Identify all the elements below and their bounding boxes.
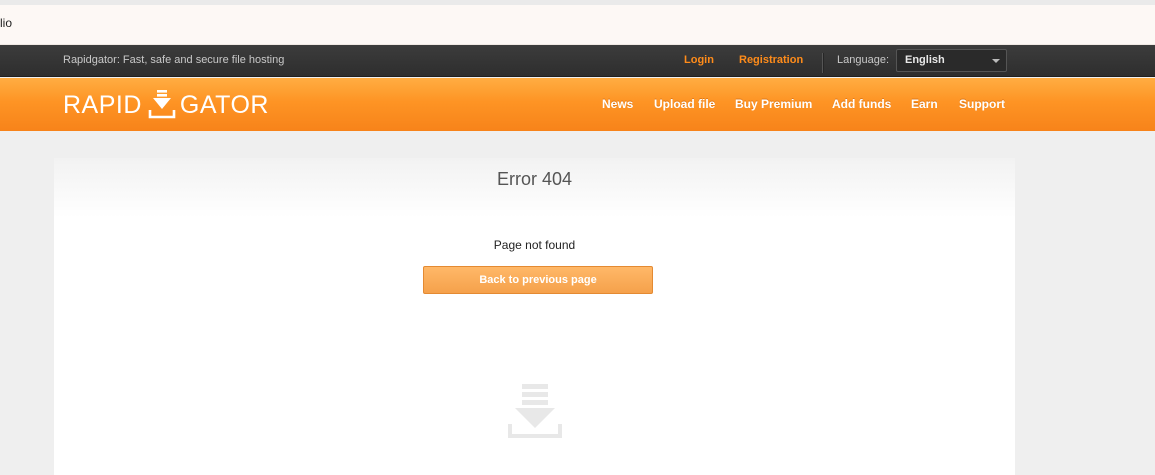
top-bar: Rapidgator: Fast, safe and secure file h… xyxy=(0,45,1155,77)
main-nav: News Upload file Buy Premium Add funds E… xyxy=(0,97,1155,113)
page-title: Error 404 xyxy=(496,169,573,189)
nav-earn[interactable]: Earn xyxy=(911,97,938,111)
notice-text: lio xyxy=(0,16,13,30)
nav-add-funds[interactable]: Add funds xyxy=(832,97,891,111)
language-select[interactable]: English xyxy=(896,49,1007,72)
nav-buy-premium[interactable]: Buy Premium xyxy=(735,97,812,111)
content-panel: Error 404 Page not found Back to previou… xyxy=(54,158,1015,475)
site-tagline: Rapidgator: Fast, safe and secure file h… xyxy=(63,54,285,66)
login-link[interactable]: Login xyxy=(684,54,714,66)
nav-support[interactable]: Support xyxy=(959,97,1005,111)
notice-bar: lio xyxy=(0,5,1155,45)
language-value: English xyxy=(905,54,945,66)
topbar-divider xyxy=(822,53,823,73)
language-label: Language: xyxy=(837,54,889,66)
main-header: RAPID GATOR News Upload file Buy Premium… xyxy=(0,78,1155,131)
nav-upload-file[interactable]: Upload file xyxy=(654,97,715,111)
back-button[interactable]: Back to previous page xyxy=(423,266,653,294)
nav-news[interactable]: News xyxy=(602,97,633,111)
error-message: Page not found xyxy=(493,238,576,252)
chevron-down-icon xyxy=(992,59,1000,63)
download-arrow-watermark-icon xyxy=(508,384,562,438)
registration-link[interactable]: Registration xyxy=(739,54,803,66)
